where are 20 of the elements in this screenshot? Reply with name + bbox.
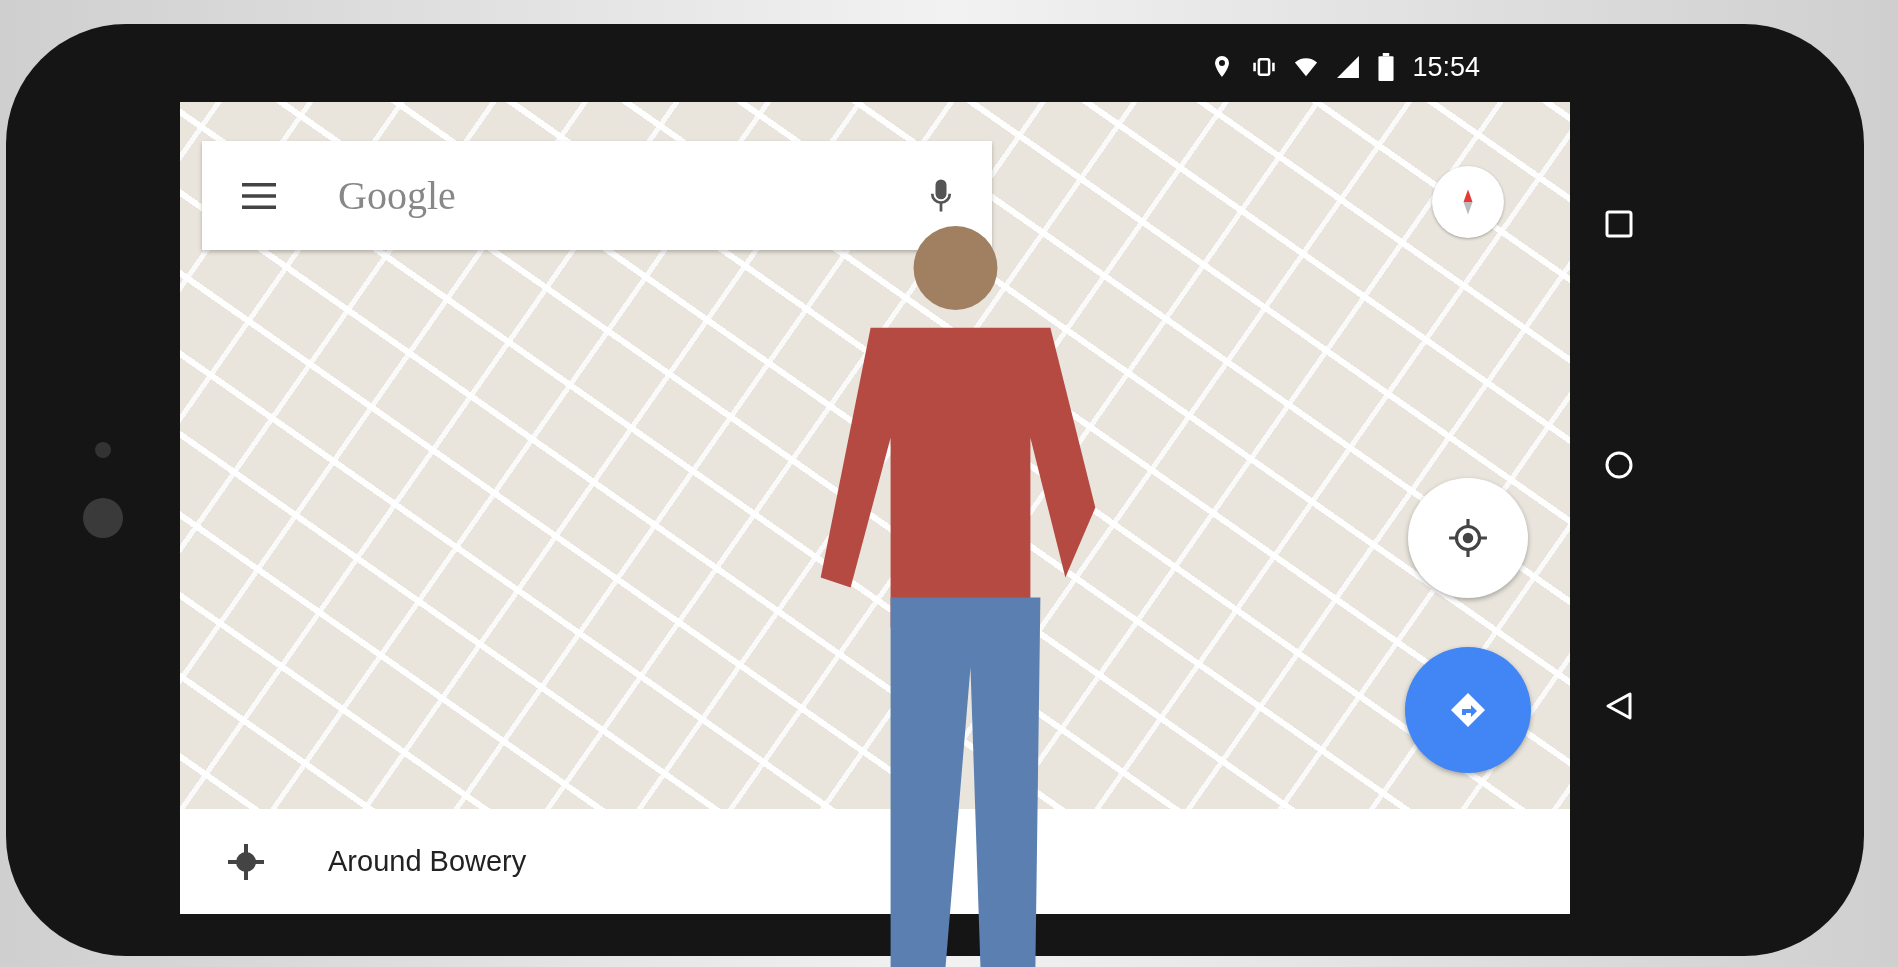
battery-icon [1378, 53, 1395, 81]
directions-button[interactable] [1405, 647, 1531, 773]
speaker-dot [95, 442, 111, 458]
place-label: Around Bowery [328, 845, 527, 878]
status-time: 15:54 [1412, 51, 1480, 83]
wifi-icon [1294, 55, 1319, 79]
crosshair-icon [226, 841, 266, 882]
square-icon[interactable] [1604, 209, 1634, 240]
search-bar[interactable]: Google [202, 141, 992, 250]
vibrate-icon [1252, 55, 1277, 79]
circle-icon[interactable] [1604, 450, 1634, 480]
my-location-button[interactable] [1408, 478, 1528, 598]
camera-dot [83, 498, 123, 538]
place-bar[interactable]: Around Bowery [180, 809, 1570, 914]
search-field[interactable]: Google [336, 171, 870, 220]
back-triangle-icon[interactable] [1604, 690, 1634, 721]
menu-icon[interactable] [242, 182, 276, 209]
my-location-icon [1447, 517, 1489, 559]
signal-icon [1336, 55, 1361, 79]
microphone-icon[interactable] [930, 177, 952, 214]
